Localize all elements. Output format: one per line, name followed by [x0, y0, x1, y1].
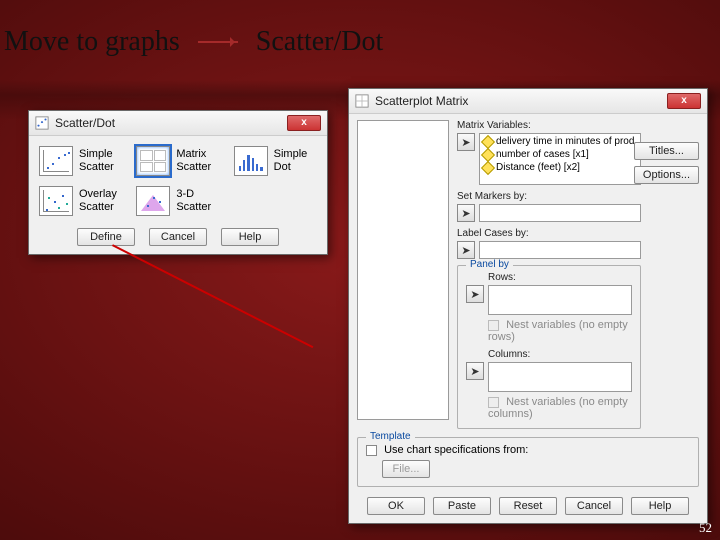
option-label: Overlay Scatter	[79, 188, 117, 214]
nest-rows-checkbox	[488, 320, 499, 331]
option-simple-scatter[interactable]: Simple Scatter	[37, 144, 124, 178]
option-label: Simple Scatter	[79, 148, 114, 174]
scatterplot-matrix-dialog: Scatterplot Matrix x Titles... Options..…	[348, 88, 708, 524]
title-right: Scatter/Dot	[256, 26, 384, 58]
label-cases-field[interactable]	[479, 241, 641, 259]
app-icon	[35, 116, 49, 130]
title-left: Move to graphs	[4, 26, 180, 58]
template-group: Template Use chart specifications from: …	[357, 437, 699, 487]
variable-item[interactable]: number of cases [x1]	[483, 148, 637, 161]
matrix-scatter-icon	[136, 146, 170, 176]
titlebar[interactable]: Scatterplot Matrix x	[349, 89, 707, 114]
panel-by-legend: Panel by	[466, 259, 513, 270]
set-markers-field[interactable]	[479, 204, 641, 222]
option-label: Simple Dot	[274, 148, 308, 174]
arrow-right-icon	[198, 41, 238, 43]
variable-label: delivery time in minutes of prod	[496, 136, 634, 147]
option-matrix-scatter[interactable]: Matrix Scatter	[134, 144, 221, 178]
slide-title: Move to graphs Scatter/Dot	[4, 26, 383, 58]
nest-cols-checkbox	[488, 397, 499, 408]
define-button[interactable]: Define	[77, 228, 135, 246]
variable-label: Distance (feet) [x2]	[496, 162, 580, 173]
scale-icon	[481, 160, 495, 174]
option-overlay-scatter[interactable]: Overlay Scatter	[37, 184, 124, 218]
matrix-variables-label: Matrix Variables:	[457, 120, 641, 131]
move-to-columns-button[interactable]: ➤	[466, 362, 484, 380]
variable-item[interactable]: delivery time in minutes of prod	[483, 135, 637, 148]
dialog-title: Scatterplot Matrix	[375, 94, 468, 108]
move-to-labelcases-button[interactable]: ➤	[457, 241, 475, 259]
paste-button[interactable]: Paste	[433, 497, 491, 515]
label-cases-label: Label Cases by:	[457, 228, 641, 239]
scale-icon	[481, 147, 495, 161]
move-to-matrix-button[interactable]: ➤	[457, 133, 475, 151]
close-icon: x	[681, 96, 687, 106]
ok-button[interactable]: OK	[367, 497, 425, 515]
nest-rows-label: Nest variables (no empty rows)	[488, 319, 628, 343]
cancel-button[interactable]: Cancel	[149, 228, 207, 246]
overlay-scatter-icon	[39, 186, 73, 216]
use-spec-checkbox[interactable]	[366, 445, 377, 456]
move-to-rows-button[interactable]: ➤	[466, 285, 484, 303]
panel-by-group: Panel by Rows: ➤ Nest variables (no empt…	[457, 265, 641, 429]
scatter-dot-dialog: Scatter/Dot x Simple Scatter Matrix Scat…	[28, 110, 328, 255]
template-legend: Template	[366, 431, 415, 442]
file-button: File...	[382, 460, 430, 478]
close-button[interactable]: x	[287, 115, 321, 131]
set-markers-label: Set Markers by:	[457, 191, 641, 202]
cancel-button[interactable]: Cancel	[565, 497, 623, 515]
close-button[interactable]: x	[667, 93, 701, 109]
scale-icon	[481, 134, 495, 148]
panel-rows-field[interactable]	[488, 285, 632, 315]
columns-label: Columns:	[488, 349, 632, 360]
page-number: 52	[699, 520, 712, 536]
titlebar[interactable]: Scatter/Dot x	[29, 111, 327, 136]
panel-columns-field[interactable]	[488, 362, 632, 392]
dialog-title: Scatter/Dot	[55, 116, 115, 130]
variable-label: number of cases [x1]	[496, 149, 589, 160]
help-button[interactable]: Help	[631, 497, 689, 515]
option-3d-scatter[interactable]: 3-D Scatter	[134, 184, 221, 218]
options-button[interactable]: Options...	[634, 166, 699, 184]
move-to-markers-button[interactable]: ➤	[457, 204, 475, 222]
option-label: Matrix Scatter	[176, 148, 211, 174]
rows-label: Rows:	[488, 272, 632, 283]
simple-scatter-icon	[39, 146, 73, 176]
app-icon	[355, 94, 369, 108]
simple-dot-icon	[234, 146, 268, 176]
variable-item[interactable]: Distance (feet) [x2]	[483, 161, 637, 174]
close-icon: x	[301, 118, 307, 128]
option-label: 3-D Scatter	[176, 188, 211, 214]
option-simple-dot[interactable]: Simple Dot	[232, 144, 319, 178]
titles-button[interactable]: Titles...	[634, 142, 699, 160]
three-d-scatter-icon	[136, 186, 170, 216]
reset-button[interactable]: Reset	[499, 497, 557, 515]
matrix-variables-field[interactable]: delivery time in minutes of prod number …	[479, 133, 641, 185]
nest-cols-label: Nest variables (no empty columns)	[488, 396, 628, 420]
help-button[interactable]: Help	[221, 228, 279, 246]
use-spec-label: Use chart specifications from:	[384, 444, 528, 456]
source-variable-list[interactable]	[357, 120, 449, 420]
